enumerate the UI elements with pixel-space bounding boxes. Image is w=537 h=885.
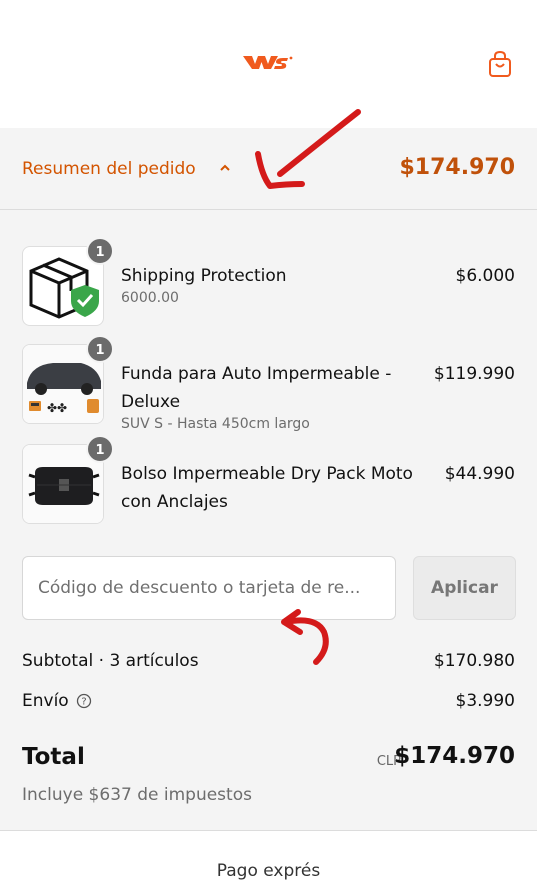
item-name: Funda para Auto Impermeable - Deluxe <box>121 364 392 412</box>
item-price: $119.990 <box>433 364 515 384</box>
quantity-badge: 1 <box>86 237 114 265</box>
item-name: Shipping Protection <box>121 266 287 286</box>
express-checkout: Pago exprés <box>0 830 537 885</box>
shopping-bag-icon <box>489 50 511 77</box>
svg-text:?: ? <box>81 697 86 708</box>
cart-button[interactable] <box>487 50 513 78</box>
order-summary-toggle[interactable]: Resumen del pedido $174.970 <box>0 128 537 210</box>
svg-text:✤✤: ✤✤ <box>47 401 67 415</box>
chevron-up-icon <box>220 164 230 171</box>
brand-logo[interactable] <box>243 53 293 71</box>
order-summary: Resumen del pedido $174.970 1 Shipping P… <box>0 128 537 830</box>
site-header <box>0 0 537 128</box>
shipping-label: Envío <box>22 691 69 711</box>
apply-discount-button[interactable]: Aplicar <box>413 556 516 620</box>
quantity-badge: 1 <box>86 435 114 463</box>
help-icon[interactable]: ? <box>76 693 92 709</box>
item-variant: 6000.00 <box>121 290 179 306</box>
shipping-value: $3.990 <box>455 691 515 711</box>
order-summary-total: $174.970 <box>399 155 515 180</box>
discount-code-input[interactable]: Código de descuento o tarjeta de re... <box>22 556 396 620</box>
total-value: $174.970 <box>394 743 515 769</box>
item-variant: SUV S - Hasta 450cm largo <box>121 416 310 432</box>
total-label: Total <box>22 744 85 770</box>
subtotal-label: Subtotal · 3 artículos <box>22 651 199 671</box>
order-summary-label: Resumen del pedido <box>22 159 196 179</box>
subtotal-value: $170.980 <box>433 651 515 671</box>
express-checkout-label: Pago exprés <box>216 861 321 881</box>
quantity-badge: 1 <box>86 335 114 363</box>
taxes-note: Incluye $637 de impuestos <box>22 785 252 805</box>
item-price: $6.000 <box>455 266 515 286</box>
item-name: Bolso Impermeable Dry Pack Moto con Ancl… <box>121 464 413 512</box>
item-price: $44.990 <box>444 464 515 484</box>
